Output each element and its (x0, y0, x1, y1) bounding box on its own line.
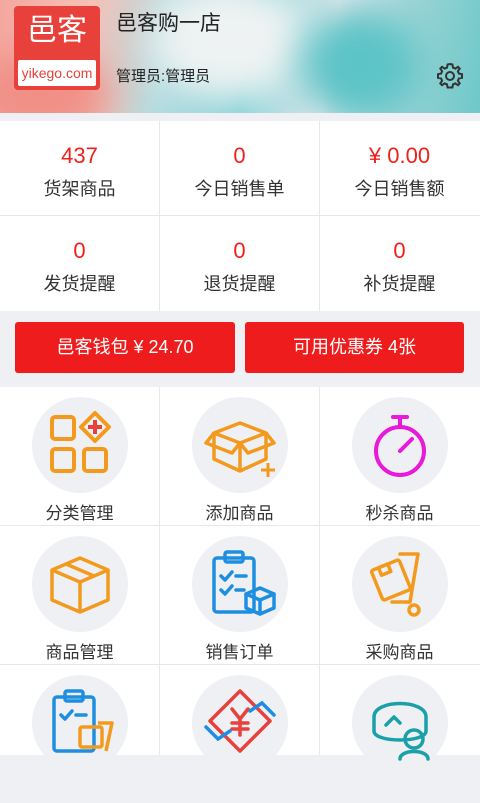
stat-value: 0 (73, 238, 86, 263)
store-header: 邑客 yikego.com 邑客购一店 管理员:管理员 (0, 0, 480, 113)
stat-return-reminder[interactable]: 0 退货提醒 (160, 216, 319, 310)
function-menu-grid: 分类管理 添加商品 秒杀商品 商品管理 销售订单 采购商品 (0, 387, 480, 771)
menu-item-label: 销售订单 (205, 643, 274, 662)
menu-item-sales-orders[interactable]: 销售订单 (160, 526, 319, 664)
menu-item-add-goods[interactable]: 添加商品 (160, 387, 319, 525)
stat-label: 补货提醒 (363, 274, 436, 294)
stat-value: ¥ 0.00 (368, 143, 431, 168)
divider (159, 121, 160, 311)
icon-circle (352, 536, 448, 632)
manager-label: 管理员:管理员 (116, 68, 211, 85)
icon-circle (32, 675, 128, 771)
menu-item-row3-2[interactable] (160, 665, 319, 803)
stat-today-sales[interactable]: ¥ 0.00 今日销售额 (320, 121, 479, 215)
stat-label: 退货提醒 (203, 274, 276, 294)
logo-domain: yikego.com (18, 60, 96, 86)
header-background-shape (300, 10, 420, 113)
wallet-button[interactable]: 邑客钱包 ¥ 24.70 (15, 322, 235, 373)
store-logo: 邑客 yikego.com (14, 6, 100, 90)
stat-label: 今日销售额 (354, 179, 445, 199)
icon-circle (192, 675, 288, 771)
customer-service-icon (372, 701, 430, 761)
logo-text: 邑客 (27, 14, 87, 47)
menu-item-goods-management[interactable]: 商品管理 (0, 526, 159, 664)
divider (319, 387, 320, 755)
gear-icon[interactable] (436, 62, 464, 90)
clipboard-cart-icon (52, 689, 114, 753)
stat-value: 0 (233, 238, 246, 263)
stat-today-orders[interactable]: 0 今日销售单 (160, 121, 319, 215)
add-box-icon (204, 421, 276, 477)
menu-item-category[interactable]: 分类管理 (0, 387, 159, 525)
stat-value: 437 (61, 143, 98, 168)
divider (0, 215, 480, 216)
divider (159, 387, 160, 755)
box-icon (50, 556, 110, 614)
stat-label: 发货提醒 (43, 274, 116, 294)
menu-item-label: 分类管理 (45, 504, 114, 523)
stat-label: 货架商品 (43, 179, 116, 199)
menu-item-flash-sale[interactable]: 秒杀商品 (320, 387, 479, 525)
hand-truck-icon (369, 552, 421, 617)
stat-label: 今日销售单 (194, 179, 285, 199)
yuan-exchange-icon (204, 689, 276, 753)
icon-circle (352, 675, 448, 771)
icon-circle (32, 536, 128, 632)
divider (319, 121, 320, 311)
menu-item-purchase-goods[interactable]: 采购商品 (320, 526, 479, 664)
stat-value: 0 (233, 143, 246, 168)
icon-circle (352, 397, 448, 493)
coupons-button[interactable]: 可用优惠券 4张 (245, 322, 464, 373)
menu-item-label: 添加商品 (205, 504, 274, 523)
store-name: 邑客购一店 (116, 12, 221, 35)
menu-item-label: 秒杀商品 (365, 504, 434, 523)
menu-item-label: 商品管理 (45, 643, 114, 662)
stat-shipping-reminder[interactable]: 0 发货提醒 (0, 216, 159, 310)
stat-value: 0 (393, 238, 406, 263)
clipboard-order-icon (212, 550, 276, 616)
category-grid-icon (50, 411, 111, 473)
stat-shelf-goods[interactable]: 437 货架商品 (0, 121, 159, 215)
menu-item-row3-1[interactable] (0, 665, 159, 803)
stopwatch-icon (374, 415, 426, 477)
stat-restock-reminder[interactable]: 0 补货提醒 (320, 216, 479, 310)
icon-circle (192, 397, 288, 493)
icon-circle (32, 397, 128, 493)
menu-item-label: 采购商品 (365, 643, 434, 662)
divider (0, 525, 480, 526)
menu-item-row3-3[interactable] (320, 665, 479, 803)
icon-circle (192, 536, 288, 632)
divider (0, 664, 480, 665)
stats-panel: 437 货架商品 0 今日销售单 ¥ 0.00 今日销售额 0 发货提醒 0 退… (0, 121, 480, 311)
